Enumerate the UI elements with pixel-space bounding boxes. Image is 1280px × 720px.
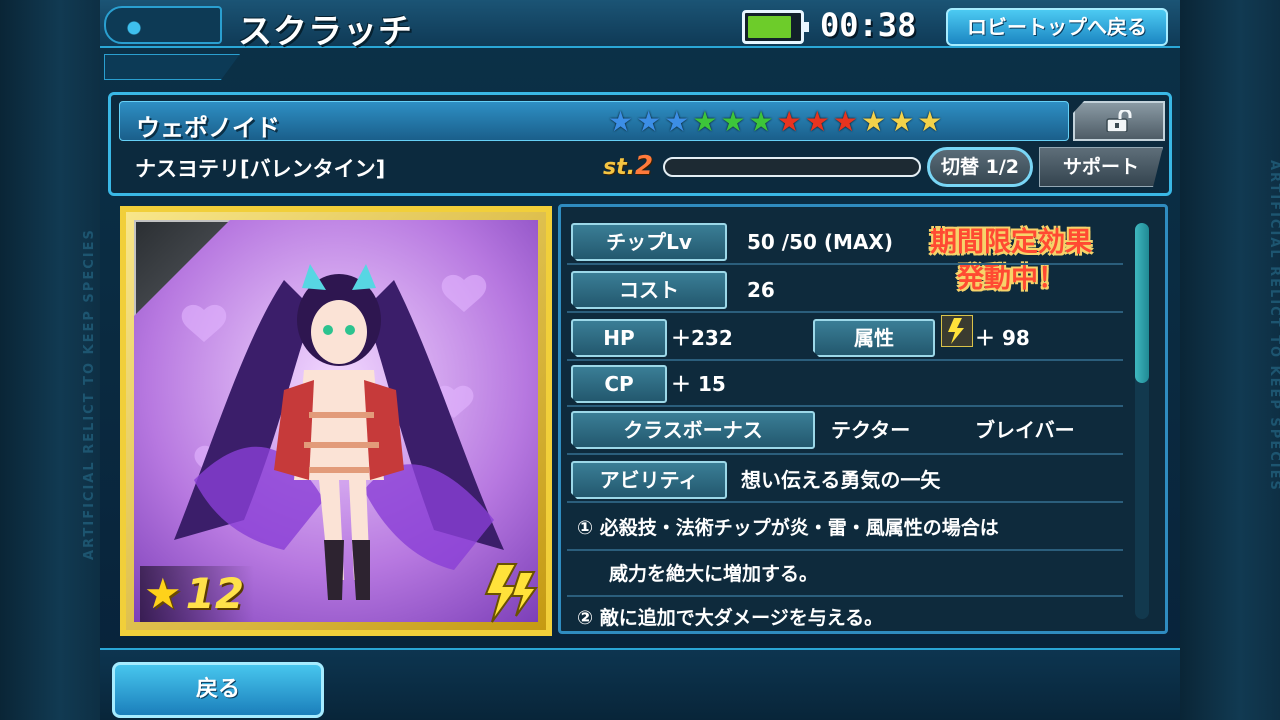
class-bonus-2: ブレイバー	[975, 418, 1075, 442]
cp-value: ＋ 15	[671, 372, 726, 396]
divider	[567, 405, 1123, 407]
chip-name: ナスヨテリ[バレンタイン]	[135, 157, 386, 181]
cost-label: コスト	[571, 271, 727, 309]
rarity-star-icon: ★	[889, 105, 915, 138]
chip-stage: st.2	[603, 151, 653, 181]
class-bonus-1: テクター	[831, 418, 911, 442]
main-stage: スクラッチ 00:38 ロビートップへ戻る ウェポノイド ★ ★ ★ ★ ★ ★ ★ ★ ★ ★ ★…	[100, 0, 1180, 720]
chip-lv-label: チップLv	[571, 223, 727, 261]
chip-stats-panel: 期間限定効果 発動中！ チップLv 50 /50 (MAX) コスト 26 HP…	[558, 204, 1168, 634]
ability-name: 想い伝える勇気の一矢	[741, 468, 941, 492]
lightning-attribute-icon	[941, 315, 973, 347]
side-caption-right: ARTIFICIAL RELICT TO KEEP SPECIES	[1267, 160, 1280, 492]
side-caption-left: ARTIFICIAL RELICT TO KEEP SPECIES	[82, 228, 97, 560]
stage-progress-bar	[663, 157, 921, 177]
scrollbar-thumb[interactable]	[1135, 223, 1149, 383]
chip-info-panel: ウェポノイド ★ ★ ★ ★ ★ ★ ★ ★ ★ ★ ★ ★ ナスヨテリ[バレンタイン] st.2 切…	[108, 92, 1172, 196]
limited-line-2: 発動中！	[957, 263, 1065, 294]
lobby-top-button[interactable]: ロビートップへ戻る	[946, 8, 1168, 46]
hp-value: ＋232	[671, 326, 733, 350]
rarity-star-icon: ★	[804, 105, 830, 138]
rarity-star-icon: ★	[144, 569, 182, 618]
chip-type-bar: ウェポノイド ★ ★ ★ ★ ★ ★ ★ ★ ★ ★ ★ ★	[119, 101, 1069, 142]
toggle-button[interactable]: 切替 1/2	[927, 147, 1033, 187]
stage-number: 2	[634, 151, 654, 181]
support-button[interactable]: サポート	[1039, 147, 1163, 187]
lock-button[interactable]	[1073, 101, 1165, 141]
stage-prefix: st.	[603, 155, 635, 180]
cost-value: 26	[747, 278, 775, 302]
page-title: スクラッチ	[238, 12, 413, 52]
hp-label: HP	[571, 319, 667, 357]
divider	[567, 453, 1123, 455]
limited-line-1: 期間限定効果	[930, 227, 1092, 258]
battery-icon	[742, 10, 809, 44]
attribute-value: ＋ 98	[975, 326, 1030, 350]
battery-level	[748, 16, 791, 38]
rarity-star-icon: ★	[636, 105, 662, 138]
header-bar: スクラッチ 00:38 ロビートップへ戻る	[100, 0, 1180, 52]
chip-lv-value: 50 /50 (MAX)	[747, 230, 893, 254]
ability-description-3: ② 敵に追加で大ダメージを与える。	[577, 607, 884, 629]
rarity-star-icon: ★	[832, 105, 858, 138]
rarity-star-icon: ★	[776, 105, 802, 138]
footer-bar: 戻る	[100, 648, 1180, 720]
rarity-star-icon: ★	[720, 105, 746, 138]
divider	[567, 501, 1123, 503]
ability-label: アビリティ	[571, 461, 727, 499]
timer: 00:38	[820, 6, 917, 44]
rarity-star-icon: ★	[692, 105, 718, 138]
rarity-number: 12	[185, 569, 245, 618]
right-side-panel: ARTIFICIAL RELICT TO KEEP SPECIES	[1180, 0, 1280, 720]
chip-type: ウェポノイド	[136, 114, 280, 142]
class-bonus-label: クラスボーナス	[571, 411, 815, 449]
divider	[567, 311, 1123, 313]
limited-effect-notice: 期間限定効果 発動中！	[891, 225, 1131, 297]
divider	[567, 595, 1123, 597]
divider	[567, 359, 1123, 361]
stats-scrollbar[interactable]	[1135, 223, 1149, 619]
rarity-star-icon: ★	[860, 105, 887, 138]
rarity-star-icon: ★	[917, 105, 943, 138]
ability-description-1: ① 必殺技・法術チップが炎・雷・風属性の場合は	[577, 517, 999, 539]
divider	[567, 549, 1123, 551]
cp-label: CP	[571, 365, 667, 403]
sub-emblem-icon	[104, 54, 240, 80]
game-emblem-icon	[104, 6, 222, 44]
lightning-element-icon	[484, 563, 538, 623]
ability-description-2: 威力を絶大に増加する。	[609, 563, 819, 585]
unlock-icon	[1106, 110, 1132, 132]
rarity-star-icon: ★	[664, 105, 690, 138]
back-button[interactable]: 戻る	[112, 662, 324, 718]
star-rating: ★ ★ ★ ★ ★ ★ ★ ★ ★ ★ ★ ★	[608, 106, 942, 138]
rarity-star-icon: ★	[748, 105, 774, 138]
attribute-label: 属性	[813, 319, 935, 357]
divider	[567, 263, 1123, 265]
left-side-panel: ARTIFICIAL RELICT TO KEEP SPECIES	[0, 0, 100, 720]
rarity-badge: ★ 12	[140, 566, 255, 622]
rarity-star-icon: ★	[608, 105, 634, 138]
chip-card: ★ 12	[120, 206, 552, 636]
